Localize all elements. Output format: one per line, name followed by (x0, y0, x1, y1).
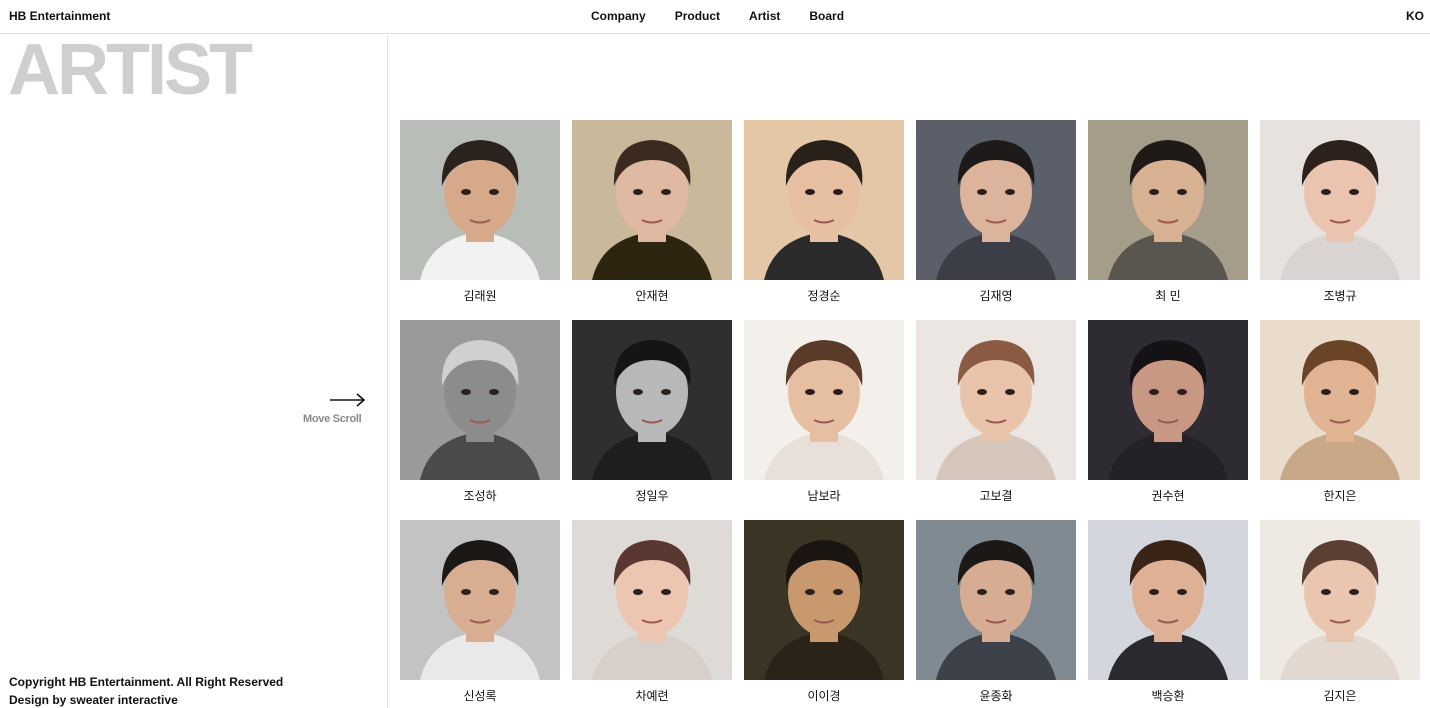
artist-name: 신성록 (463, 689, 497, 703)
portrait-image (744, 320, 904, 480)
artist-card[interactable]: 김지은 (1260, 520, 1420, 703)
artist-photo[interactable] (572, 120, 732, 280)
artist-photo[interactable] (1088, 320, 1248, 480)
artist-photo[interactable] (572, 520, 732, 680)
artist-card[interactable]: 조병규 (1260, 120, 1420, 303)
design-credit: Design by sweater interactive (9, 693, 178, 707)
artist-card[interactable]: 한지은 (1260, 320, 1420, 503)
portrait-image (744, 120, 904, 280)
artist-photo[interactable] (572, 320, 732, 480)
artist-name: 안재현 (635, 289, 669, 303)
portrait-image (1088, 320, 1248, 480)
artist-card[interactable]: 이이경 (744, 520, 904, 703)
artist-name: 정일우 (635, 489, 669, 503)
portrait-image (1260, 320, 1420, 480)
artist-photo[interactable] (744, 120, 904, 280)
move-scroll-label: Move Scroll (303, 413, 362, 425)
nav-item-product[interactable]: Product (675, 9, 720, 23)
nav-item-artist[interactable]: Artist (749, 9, 780, 23)
portrait-image (572, 520, 732, 680)
side-panel: ARTIST Move Scroll Copyright HB Entertai… (0, 30, 388, 708)
artist-photo[interactable] (916, 320, 1076, 480)
portrait-image (744, 520, 904, 680)
artist-card[interactable]: 남보라 (744, 320, 904, 503)
artist-card[interactable]: 권수현 (1088, 320, 1248, 503)
artist-name: 정경순 (807, 289, 841, 303)
artist-card[interactable]: 김래원 (400, 120, 560, 303)
portrait-image (400, 520, 560, 680)
artist-name: 조성하 (463, 489, 497, 503)
artist-card[interactable]: 차예련 (572, 520, 732, 703)
portrait-image (916, 520, 1076, 680)
brand-logo-link[interactable]: HB Entertainment (9, 9, 110, 23)
artist-name: 고보결 (979, 489, 1013, 503)
language-switch[interactable]: KO (1406, 9, 1424, 23)
artist-photo[interactable] (1260, 120, 1420, 280)
artist-photo[interactable] (400, 120, 560, 280)
artist-photo[interactable] (400, 520, 560, 680)
portrait-image (400, 320, 560, 480)
portrait-image (1088, 120, 1248, 280)
page-title: ARTIST (8, 30, 253, 110)
artist-photo[interactable] (1088, 520, 1248, 680)
artist-name: 한지은 (1323, 489, 1357, 503)
portrait-image (572, 120, 732, 280)
portrait-image (572, 320, 732, 480)
portrait-image (916, 120, 1076, 280)
portrait-image (1260, 120, 1420, 280)
artist-card[interactable]: 백승환 (1088, 520, 1248, 703)
artist-photo[interactable] (744, 320, 904, 480)
top-header: HB Entertainment Company Product Artist … (0, 0, 1430, 34)
artist-photo[interactable] (1260, 320, 1420, 480)
artist-photo[interactable] (916, 120, 1076, 280)
artist-name: 최 민 (1155, 289, 1181, 303)
artist-photo[interactable] (400, 320, 560, 480)
artist-name: 김지은 (1323, 689, 1357, 703)
artist-card[interactable]: 김재영 (916, 120, 1076, 303)
artist-card[interactable]: 조성하 (400, 320, 560, 503)
artist-name: 남보라 (807, 489, 841, 503)
artist-photo[interactable] (1260, 520, 1420, 680)
artist-name: 김래원 (463, 289, 497, 303)
arrow-right-icon (330, 393, 366, 407)
nav-item-company[interactable]: Company (591, 9, 646, 23)
move-scroll-button[interactable]: Move Scroll (300, 393, 370, 429)
artist-card[interactable]: 고보결 (916, 320, 1076, 503)
artist-photo[interactable] (744, 520, 904, 680)
copyright: Copyright HB Entertainment. All Right Re… (9, 673, 283, 708)
portrait-image (1088, 520, 1248, 680)
artist-name: 차예련 (635, 689, 669, 703)
artist-photo[interactable] (1088, 120, 1248, 280)
artist-card[interactable]: 최 민 (1088, 120, 1248, 303)
artist-card[interactable]: 정일우 (572, 320, 732, 503)
artist-card[interactable]: 신성록 (400, 520, 560, 703)
artist-name: 김재영 (979, 289, 1013, 303)
portrait-image (916, 320, 1076, 480)
nav-item-board[interactable]: Board (809, 9, 844, 23)
artist-card[interactable]: 안재현 (572, 120, 732, 303)
artist-photo[interactable] (916, 520, 1076, 680)
artist-name: 백승환 (1151, 689, 1185, 703)
portrait-image (1260, 520, 1420, 680)
copyright-text: Copyright HB Entertainment. All Right Re… (9, 675, 284, 689)
main-nav: Company Product Artist Board (591, 9, 844, 23)
portrait-image (400, 120, 560, 280)
artist-card[interactable]: 윤종화 (916, 520, 1076, 703)
artist-name: 권수현 (1151, 489, 1185, 503)
artist-card[interactable]: 정경순 (744, 120, 904, 303)
artist-name: 윤종화 (979, 689, 1013, 703)
artist-name: 조병규 (1323, 289, 1357, 303)
artist-name: 이이경 (807, 689, 841, 703)
